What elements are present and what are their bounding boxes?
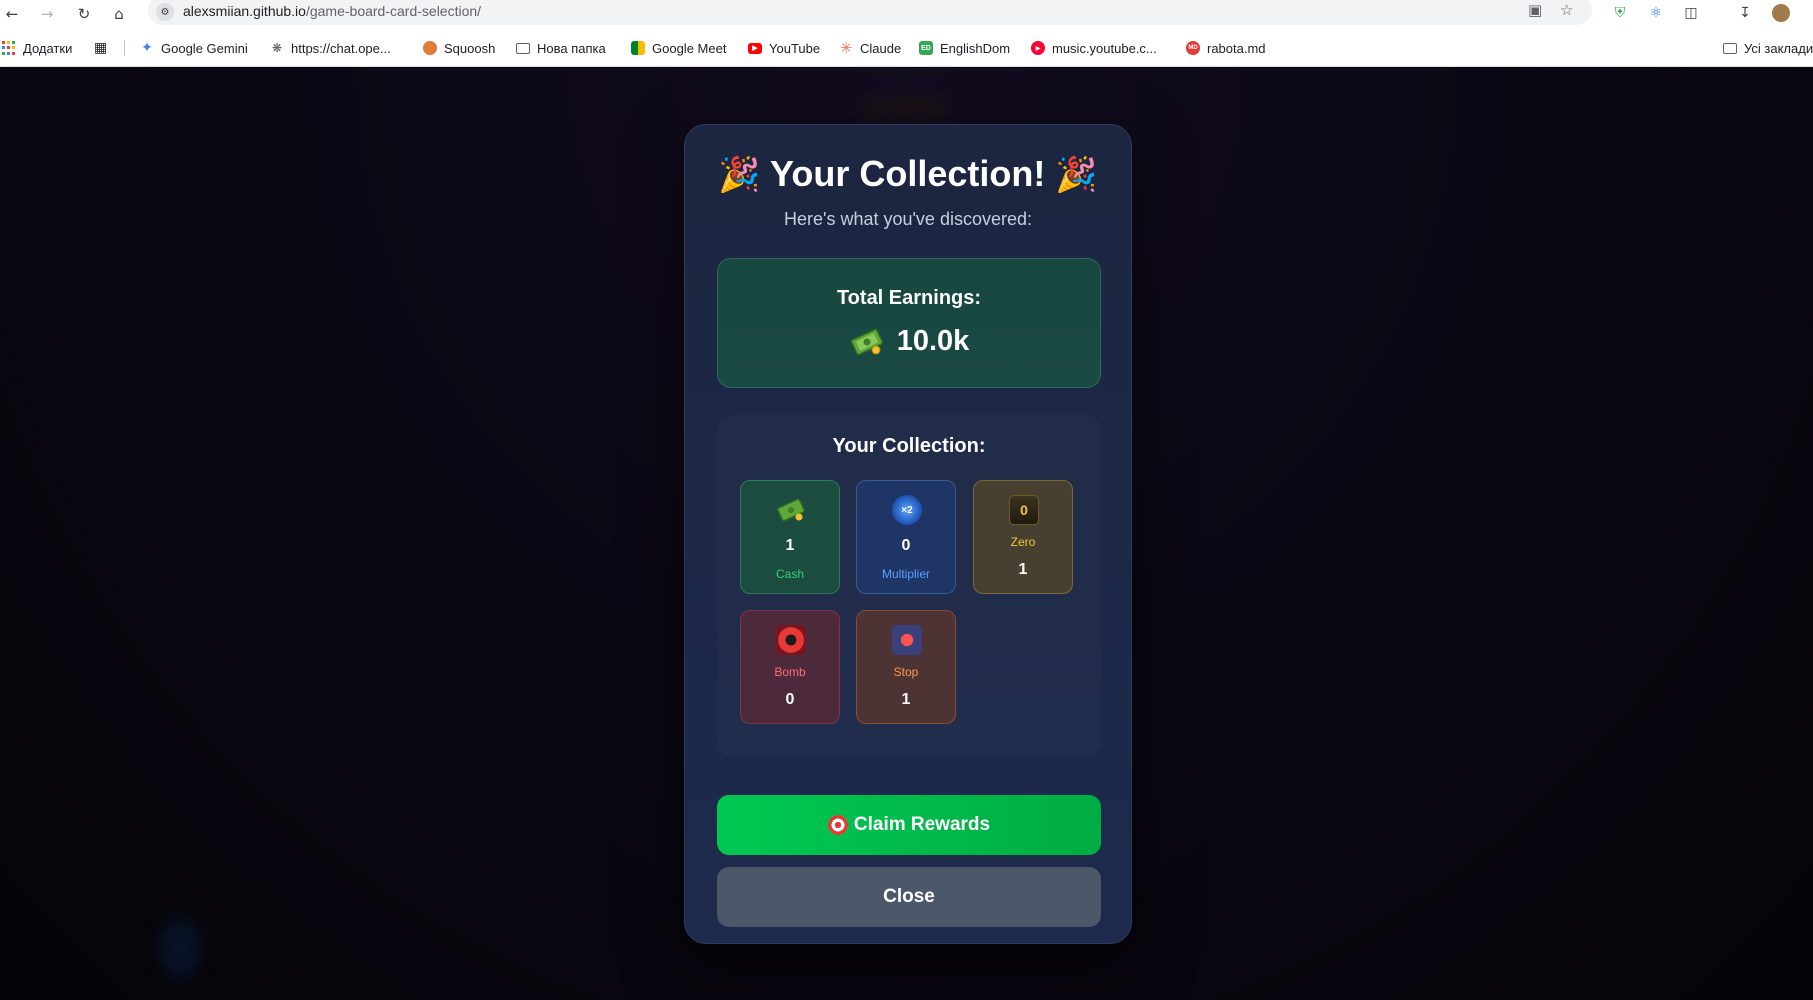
- apps-grid-icon: [2, 41, 16, 55]
- target-icon: [827, 815, 848, 835]
- stop-icon: [892, 625, 922, 655]
- bookmark-label: Claude: [860, 40, 902, 56]
- close-button[interactable]: Close: [717, 867, 1101, 927]
- bookmark-label: music.youtube.c...: [1052, 40, 1157, 56]
- modal-title-text: Your Collection!: [770, 153, 1046, 194]
- englishdom-icon: ED: [919, 41, 933, 55]
- bookmark-label: YouTube: [769, 40, 821, 56]
- google-meet-icon: [631, 41, 645, 55]
- bookmark-google-gemini[interactable]: ✦ Google Gemini: [140, 38, 248, 58]
- earnings-value: 10.0k: [718, 325, 1100, 358]
- bookmark-separator: [124, 40, 125, 56]
- total-earnings-panel: Total Earnings: 10.0k: [717, 258, 1101, 388]
- rabota-icon: MD: [1186, 41, 1200, 55]
- card-label: Cash: [775, 567, 804, 581]
- party-popper-icon: 🎉: [1055, 155, 1098, 195]
- collection-card-stop: Stop 1: [856, 610, 956, 724]
- bookmark-squoosh[interactable]: Squoosh: [423, 38, 495, 58]
- card-count: 0: [901, 537, 911, 554]
- address-bar[interactable]: ⚙ alexsmiian.github.io/game-board-card-s…: [148, 0, 1592, 25]
- earnings-label: Total Earnings:: [836, 287, 982, 309]
- bookmark-apps[interactable]: Додатки: [2, 38, 72, 58]
- party-popper-icon: 🎉: [718, 155, 761, 195]
- collection-panel: Your Collection: 1 Cash ×2 0 Multiplier …: [717, 415, 1101, 755]
- bookmark-label: Нова папка: [537, 40, 606, 56]
- forward-icon[interactable]: →: [35, 2, 59, 26]
- game-page: 🎉 Your Collection! 🎉 Here's what you've …: [0, 68, 1813, 1000]
- bookmark-label: Squoosh: [444, 40, 496, 56]
- openai-icon: ❋: [271, 41, 283, 55]
- avatar[interactable]: [1770, 2, 1792, 24]
- bookmark-youtube-music[interactable]: ▶ music.youtube.c...: [1031, 38, 1157, 58]
- bookmark-label: https://chat.ope...: [291, 40, 391, 56]
- bookmarks-bar: Додатки ▦ ✦ Google Gemini ❋ https://chat…: [0, 28, 1813, 67]
- bookmark-all-bookmarks[interactable]: Усі заклади: [1723, 38, 1813, 58]
- extensions-icon[interactable]: ◫: [1680, 2, 1702, 24]
- claim-rewards-button[interactable]: Claim Rewards: [717, 795, 1101, 855]
- home-icon[interactable]: ⌂: [107, 2, 131, 26]
- tab-groups-icon[interactable]: ▦: [94, 38, 107, 58]
- bookmark-label: EnglishDom: [940, 40, 1011, 56]
- reload-icon[interactable]: ↻: [72, 2, 96, 26]
- collection-card-multiplier: ×2 0 Multiplier: [856, 480, 956, 594]
- bookmark-label: rabota.md: [1207, 40, 1266, 56]
- collection-title: Your Collection:: [832, 435, 986, 457]
- translate-icon[interactable]: ▣: [1528, 1, 1542, 19]
- modal-subtitle: Here's what you've discovered:: [784, 209, 1032, 229]
- site-info-icon[interactable]: ⚙: [156, 3, 174, 21]
- youtube-music-icon: ▶: [1031, 41, 1045, 55]
- bookmark-rabota[interactable]: MD rabota.md: [1186, 38, 1266, 58]
- claude-icon: ✳: [839, 39, 853, 57]
- cash-icon: [776, 495, 806, 525]
- bookmark-claude[interactable]: ✳ Claude: [839, 38, 902, 58]
- bookmark-label: Додатки: [23, 40, 73, 56]
- bookmark-star-icon[interactable]: ☆: [1560, 1, 1573, 19]
- gemini-icon: ✦: [141, 40, 153, 56]
- earnings-amount: 10.0k: [896, 325, 970, 357]
- claim-rewards-label: Claim Rewards: [853, 814, 991, 835]
- download-icon[interactable]: ↧: [1734, 2, 1756, 24]
- bookmark-folder-new[interactable]: Нова папка: [516, 38, 606, 58]
- card-label: Zero: [1010, 535, 1036, 549]
- collection-card-cash: 1 Cash: [740, 480, 840, 594]
- folder-icon: [516, 42, 530, 54]
- extension-shield-icon[interactable]: ⛨: [1609, 2, 1631, 24]
- card-count: 1: [785, 537, 795, 554]
- youtube-icon: ▶: [748, 42, 762, 54]
- collection-card-zero: 0 Zero 1: [973, 480, 1073, 594]
- card-count: 1: [1018, 561, 1028, 578]
- folder-icon: [1723, 42, 1737, 54]
- url-text[interactable]: alexsmiian.github.io/game-board-card-sel…: [183, 3, 481, 19]
- money-icon: [849, 328, 885, 356]
- zero-icon: 0: [1009, 495, 1039, 525]
- browser-toolbar: ← → ↻ ⌂ ⚙ alexsmiian.github.io/game-boar…: [0, 0, 1813, 28]
- bookmark-youtube[interactable]: ▶ YouTube: [748, 38, 820, 58]
- modal-title: 🎉 Your Collection! 🎉: [685, 153, 1131, 195]
- card-label: Bomb: [774, 665, 806, 679]
- bookmark-label: Google Meet: [652, 40, 727, 56]
- card-label: Stop: [893, 665, 919, 679]
- bookmark-englishdom[interactable]: ED EnglishDom: [919, 38, 1010, 58]
- bookmark-chatgpt[interactable]: ❋ https://chat.ope...: [270, 38, 391, 58]
- bookmark-google-meet[interactable]: Google Meet: [631, 38, 726, 58]
- card-label: Multiplier: [881, 567, 930, 581]
- collection-card-bomb: Bomb 0: [740, 610, 840, 724]
- card-count: 0: [785, 691, 795, 708]
- bookmark-label: Google Gemini: [161, 40, 248, 56]
- extension-react-icon[interactable]: ⚛: [1645, 2, 1667, 24]
- bookmark-label: Усі заклади: [1744, 40, 1813, 56]
- back-icon[interactable]: ←: [0, 2, 24, 26]
- bomb-icon: [776, 625, 806, 655]
- squoosh-icon: [423, 41, 437, 55]
- multiplier-icon: ×2: [892, 495, 922, 525]
- collection-modal: 🎉 Your Collection! 🎉 Here's what you've …: [684, 124, 1132, 944]
- card-count: 1: [901, 691, 911, 708]
